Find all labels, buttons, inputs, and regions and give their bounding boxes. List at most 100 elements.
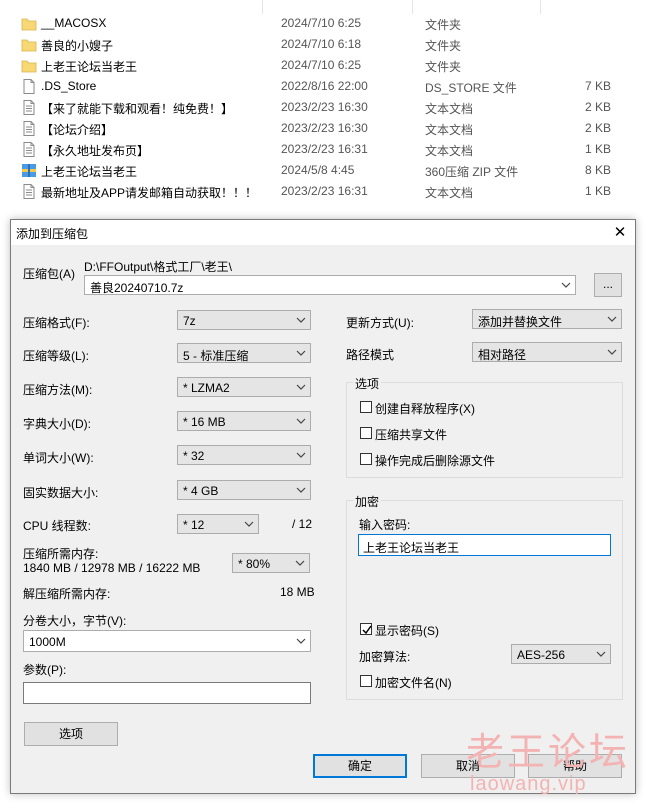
- file-type: 文件夹: [425, 39, 462, 53]
- file-date: 2024/7/10 6:25: [281, 58, 362, 72]
- setting-combo[interactable]: 5 - 标准压缩: [177, 343, 311, 363]
- split-size-combo[interactable]: 1000M: [23, 630, 311, 652]
- file-name: __MACOSX: [41, 16, 107, 30]
- file-type: DS_STORE 文件: [425, 81, 517, 95]
- dialog-titlebar: 添加到压缩包 ✕: [11, 220, 635, 245]
- create-sfx-checkbox[interactable]: [360, 401, 372, 413]
- checkmark-icon: [362, 625, 372, 635]
- delete-after-checkbox[interactable]: [360, 453, 372, 465]
- file-row[interactable]: 【来了就能下载和观看！纯免费！】 2023/2/23 16:30 文本文档 2 KB: [0, 97, 653, 118]
- text-file-icon: [21, 142, 37, 157]
- chevron-down-icon: [294, 344, 308, 362]
- setting-value: * LZMA2: [183, 381, 230, 395]
- folder-icon: [21, 16, 37, 31]
- parameters-input[interactable]: [23, 682, 311, 704]
- close-icon[interactable]: ✕: [605, 220, 635, 245]
- setting-combo[interactable]: 7z: [177, 310, 311, 330]
- password-value: 上老王论坛当老王: [363, 541, 460, 555]
- chevron-down-icon: [293, 554, 307, 572]
- file-date: 2022/8/16 22:00: [281, 79, 368, 93]
- compress-shared-checkbox[interactable]: [360, 427, 372, 439]
- file-date: 2024/7/10 6:25: [281, 16, 362, 30]
- setting-combo[interactable]: * 32: [177, 445, 311, 465]
- file-name: 【论坛介绍】: [41, 123, 114, 137]
- encryption-method-combo[interactable]: AES-256: [511, 644, 611, 664]
- encryption-method-label: 加密算法:: [359, 650, 411, 664]
- ok-button[interactable]: 确定: [313, 754, 407, 778]
- cpu-threads-max: / 12: [292, 517, 313, 531]
- text-file-icon: [21, 121, 37, 136]
- file-name: 【永久地址发布页】: [41, 144, 150, 158]
- file-type: 文件夹: [425, 18, 462, 32]
- file-row[interactable]: 善良的小嫂子 2024/7/10 6:18 文件夹: [0, 34, 653, 55]
- file-name: 【来了就能下载和观看！纯免费！】: [41, 102, 234, 116]
- setting-label: 压缩方法(M):: [23, 383, 93, 397]
- add-to-archive-dialog: 添加到压缩包 ✕ 压缩包(A) D:\FFOutput\格式工厂\老王\ 善良2…: [10, 219, 636, 794]
- file-size: 2 KB: [584, 100, 611, 114]
- memory-label: 压缩所需内存:: [23, 547, 99, 561]
- file-row[interactable]: 最新地址及APP请发邮箱自动获取！！！ 2023/2/23 16:31 文本文档 1 …: [0, 181, 653, 202]
- file-name: 上老王论坛当老王: [41, 60, 138, 74]
- create-sfx-label: 创建自释放程序(X): [375, 402, 475, 416]
- help-button[interactable]: 帮助: [528, 754, 622, 778]
- text-file-icon: [21, 184, 37, 199]
- file-size: 2 KB: [584, 121, 611, 135]
- chevron-down-icon: [242, 515, 256, 533]
- chevron-down-icon: [594, 645, 608, 663]
- file-name: 善良的小嫂子: [41, 39, 114, 53]
- encrypt-filenames-label: 加密文件名(N): [375, 676, 452, 690]
- setting-label: 单词大小(W):: [23, 451, 94, 465]
- cancel-button[interactable]: 取消: [421, 754, 515, 778]
- column-divider: [412, 0, 413, 14]
- file-date: 2023/2/23 16:31: [281, 184, 368, 198]
- cpu-threads-combo[interactable]: * 12: [177, 514, 259, 534]
- file-type: 文本文档: [425, 123, 474, 137]
- file-row[interactable]: __MACOSX 2024/7/10 6:25 文件夹: [0, 13, 653, 34]
- show-password-checkbox[interactable]: [360, 623, 372, 635]
- chevron-down-icon: [294, 446, 308, 464]
- update-mode-combo[interactable]: 添加并替换文件: [472, 309, 622, 329]
- chevron-down-icon: [294, 311, 308, 329]
- setting-combo[interactable]: * LZMA2: [177, 377, 311, 397]
- file-row[interactable]: .DS_Store 2022/8/16 22:00 DS_STORE 文件 7 KB: [0, 76, 653, 97]
- encrypt-filenames-checkbox[interactable]: [360, 675, 372, 687]
- setting-value: 7z: [183, 314, 196, 328]
- memory-percent-combo[interactable]: * 80%: [232, 553, 310, 573]
- file-icon: [21, 79, 37, 94]
- file-type: 360压缩 ZIP 文件: [425, 165, 519, 179]
- archive-path: D:\FFOutput\格式工厂\老王\: [84, 260, 233, 274]
- file-row[interactable]: 上老王论坛当老王 2024/5/8 4:45 360压缩 ZIP 文件 8 KB: [0, 160, 653, 181]
- file-size: 8 KB: [584, 163, 611, 177]
- split-size-value: 1000M: [29, 635, 66, 649]
- encryption-method-value: AES-256: [517, 648, 566, 662]
- setting-label: 固实数据大小:: [23, 486, 99, 500]
- file-row[interactable]: 上老王论坛当老王 2024/7/10 6:25 文件夹: [0, 55, 653, 76]
- file-name: 最新地址及APP请发邮箱自动获取！！！: [41, 186, 258, 200]
- show-password-label: 显示密码(S): [375, 624, 439, 638]
- archive-name-combo[interactable]: 善良20240710.7z: [84, 275, 576, 295]
- decompress-memory-label: 解压缩所需内存:: [23, 587, 111, 601]
- folder-icon: [21, 37, 37, 52]
- path-mode-combo[interactable]: 相对路径: [472, 342, 622, 362]
- setting-combo[interactable]: * 4 GB: [177, 480, 311, 500]
- setting-combo[interactable]: * 16 MB: [177, 411, 311, 431]
- chevron-down-icon[interactable]: [559, 276, 573, 294]
- memory-values: 1840 MB / 12978 MB / 16222 MB: [23, 561, 201, 575]
- chevron-down-icon[interactable]: [294, 631, 308, 649]
- file-row[interactable]: 【永久地址发布页】 2023/2/23 16:31 文本文档 1 KB: [0, 139, 653, 160]
- folder-icon: [21, 58, 37, 73]
- column-divider: [262, 0, 263, 14]
- password-input[interactable]: 上老王论坛当老王: [358, 534, 611, 556]
- column-divider: [540, 0, 541, 14]
- compress-shared-label: 压缩共享文件: [375, 428, 448, 442]
- options-group-label: 选项: [353, 375, 382, 392]
- split-size-label: 分卷大小，字节(V):: [23, 614, 127, 628]
- update-mode-value: 添加并替换文件: [478, 315, 563, 329]
- file-type: 文件夹: [425, 60, 462, 74]
- file-row[interactable]: 【论坛介绍】 2023/2/23 16:30 文本文档 2 KB: [0, 118, 653, 139]
- file-date: 2024/5/8 4:45: [281, 163, 355, 177]
- file-name: .DS_Store: [41, 79, 97, 93]
- browse-button[interactable]: ...: [594, 273, 622, 297]
- file-type: 文本文档: [425, 144, 474, 158]
- options-button[interactable]: 选项: [24, 722, 118, 746]
